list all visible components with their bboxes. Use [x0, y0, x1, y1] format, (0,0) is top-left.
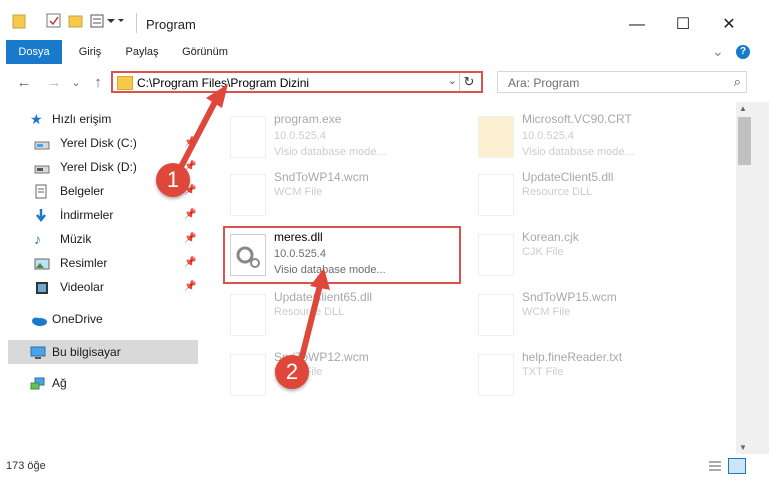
- item-count: 173 öğe: [6, 460, 46, 472]
- annotation-arrows: [179, 84, 330, 360]
- status-bar: 173 öğe: [0, 454, 769, 491]
- step-badge: 1: [156, 163, 190, 197]
- large-icons-view-icon[interactable]: [728, 458, 746, 474]
- step-badge: 2: [275, 355, 309, 389]
- details-view-icon[interactable]: [708, 460, 722, 475]
